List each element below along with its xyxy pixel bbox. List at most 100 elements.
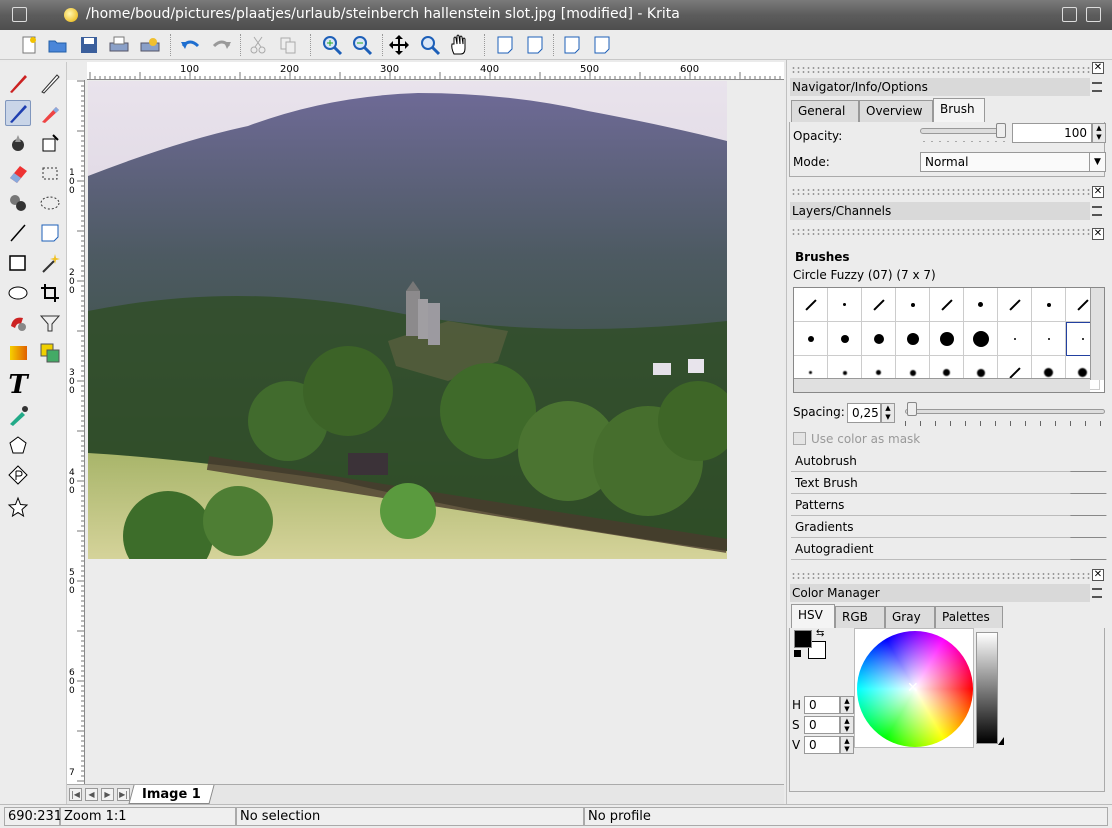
- mode-select[interactable]: Normal ▼: [920, 152, 1106, 172]
- line-tool-icon[interactable]: [5, 220, 31, 246]
- v-spin[interactable]: ▲ ▼: [840, 736, 854, 754]
- dock-grip[interactable]: [791, 572, 1091, 580]
- spacing-slider-handle[interactable]: [907, 402, 917, 416]
- brush-grid[interactable]: [793, 287, 1105, 393]
- zoom-icon[interactable]: [418, 33, 442, 57]
- tab-palettes[interactable]: Palettes: [935, 606, 1003, 628]
- text-tool-icon[interactable]: T: [5, 370, 31, 400]
- color-picker-red-icon[interactable]: [5, 310, 31, 336]
- eraser-tool-icon[interactable]: [5, 160, 31, 186]
- undo-icon[interactable]: [178, 33, 202, 57]
- brush-cell[interactable]: [998, 322, 1032, 356]
- opacity-spin[interactable]: ▲ ▼: [1092, 123, 1106, 143]
- save-icon[interactable]: [77, 33, 101, 57]
- gradient-tool-icon[interactable]: [5, 340, 31, 366]
- first-tab-button[interactable]: |◀: [69, 788, 82, 801]
- polygon-tool-icon[interactable]: [5, 432, 31, 458]
- rectangle-tool-icon[interactable]: [5, 250, 31, 276]
- brush-cell[interactable]: [828, 322, 862, 356]
- close-icon[interactable]: ✕: [1092, 228, 1104, 240]
- castle-landscape-image[interactable]: [88, 81, 727, 559]
- fill-tool-icon[interactable]: [37, 130, 63, 156]
- brush-cell[interactable]: [828, 288, 862, 322]
- value-slider-pointer[interactable]: [998, 737, 1004, 745]
- brush-cell[interactable]: [930, 288, 964, 322]
- brush-cell[interactable]: [998, 288, 1032, 322]
- clone-tool-icon[interactable]: [5, 190, 31, 216]
- float-icon[interactable]: [1092, 206, 1102, 216]
- close-icon[interactable]: ✕: [1092, 62, 1104, 74]
- h-spin[interactable]: ▲ ▼: [840, 696, 854, 714]
- airbrush-tool-icon[interactable]: [37, 70, 63, 96]
- new-icon[interactable]: [17, 33, 41, 57]
- open-icon[interactable]: [46, 33, 70, 57]
- dock-grip[interactable]: [791, 228, 1091, 236]
- section-autobrush[interactable]: Autobrush: [791, 450, 1105, 472]
- ellipse-tool-icon[interactable]: [5, 280, 31, 306]
- crop-tool-icon[interactable]: [37, 280, 63, 306]
- brush-cell[interactable]: [896, 288, 930, 322]
- page-icon[interactable]: [560, 33, 584, 57]
- close-icon[interactable]: ✕: [1092, 569, 1104, 581]
- page-icon[interactable]: [523, 33, 547, 57]
- brush-cell[interactable]: [862, 322, 896, 356]
- tab-general[interactable]: General: [791, 100, 859, 122]
- h-input[interactable]: 0: [804, 696, 840, 714]
- magic-wand-icon[interactable]: [37, 250, 63, 276]
- brush-cell[interactable]: [794, 288, 828, 322]
- tab-hsv[interactable]: HSV: [791, 604, 835, 628]
- swap-colors-icon[interactable]: ⇆: [816, 628, 824, 639]
- window-menu-button[interactable]: [12, 7, 27, 22]
- use-color-mask-checkbox[interactable]: [793, 432, 806, 445]
- move-icon[interactable]: [387, 33, 411, 57]
- brush-grid-hscroll[interactable]: [794, 378, 1090, 392]
- reset-colors-icon[interactable]: [794, 650, 801, 657]
- spacing-slider[interactable]: [905, 409, 1105, 414]
- section-gradients[interactable]: Gradients: [791, 516, 1105, 538]
- v-input[interactable]: 0: [804, 736, 840, 754]
- last-tab-button[interactable]: ▶|: [117, 788, 130, 801]
- opacity-input[interactable]: 100: [1012, 123, 1092, 143]
- brush-cell[interactable]: [1032, 322, 1066, 356]
- spacing-input[interactable]: 0,25: [847, 403, 881, 423]
- brush-grid-vscroll[interactable]: [1090, 288, 1104, 380]
- section-patterns[interactable]: Patterns: [791, 494, 1105, 516]
- page-icon[interactable]: [493, 33, 517, 57]
- redo-icon[interactable]: [210, 33, 234, 57]
- smudge-tool-icon[interactable]: [5, 130, 31, 156]
- dock-grip[interactable]: [791, 188, 1091, 196]
- transform-tool-icon[interactable]: [37, 340, 63, 366]
- brush-cell[interactable]: [896, 322, 930, 356]
- brush-cell[interactable]: [964, 322, 998, 356]
- tab-rgb[interactable]: RGB: [835, 606, 885, 628]
- filter-tool-icon[interactable]: [37, 310, 63, 336]
- path-tool-icon[interactable]: [5, 462, 31, 488]
- print-icon[interactable]: [107, 33, 131, 57]
- brush-cell[interactable]: [930, 322, 964, 356]
- s-input[interactable]: 0: [804, 716, 840, 734]
- float-icon[interactable]: [1092, 82, 1102, 92]
- s-spin[interactable]: ▲ ▼: [840, 716, 854, 734]
- tab-gray[interactable]: Gray: [885, 606, 935, 628]
- maximize-button[interactable]: [1086, 7, 1101, 22]
- prev-tab-button[interactable]: ◀: [85, 788, 98, 801]
- dock-grip[interactable]: [791, 66, 1091, 74]
- color-picker-icon[interactable]: [5, 402, 31, 428]
- brush-cell[interactable]: [794, 322, 828, 356]
- zoom-in-icon[interactable]: [320, 33, 344, 57]
- zoom-out-icon[interactable]: [350, 33, 374, 57]
- spacing-spin[interactable]: ▲ ▼: [881, 403, 895, 423]
- brush-cell[interactable]: [862, 288, 896, 322]
- pen-tool-icon[interactable]: [5, 100, 31, 126]
- value-slider[interactable]: [976, 632, 998, 744]
- section-autogradient[interactable]: Autogradient: [791, 538, 1105, 560]
- canvas-area[interactable]: [86, 81, 784, 784]
- opacity-slider-handle[interactable]: [996, 123, 1006, 138]
- hsv-wheel-frame[interactable]: ✕: [854, 628, 974, 748]
- select-page-icon[interactable]: [37, 220, 63, 246]
- page-icon[interactable]: [590, 33, 614, 57]
- copy-icon[interactable]: [276, 33, 300, 57]
- eraser-brush-tool-icon[interactable]: [37, 100, 63, 126]
- float-icon[interactable]: [1092, 588, 1102, 598]
- section-text-brush[interactable]: Text Brush: [791, 472, 1105, 494]
